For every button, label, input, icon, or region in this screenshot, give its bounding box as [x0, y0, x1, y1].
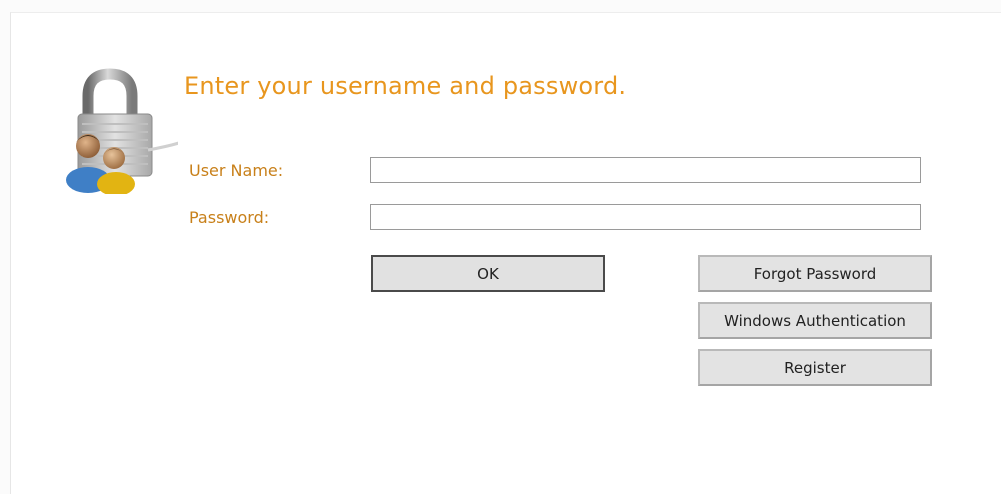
register-button[interactable]: Register: [698, 349, 932, 386]
forgot-password-button[interactable]: Forgot Password: [698, 255, 932, 292]
login-page: Enter your username and password. User N…: [0, 0, 1001, 494]
windows-authentication-button[interactable]: Windows Authentication: [698, 302, 932, 339]
lock-users-icon: [66, 68, 178, 194]
username-label: User Name:: [189, 161, 284, 180]
username-field[interactable]: [370, 157, 921, 183]
page-title: Enter your username and password.: [184, 72, 627, 100]
ok-button[interactable]: OK: [371, 255, 605, 292]
password-label: Password:: [189, 208, 270, 227]
password-field[interactable]: [370, 204, 921, 230]
